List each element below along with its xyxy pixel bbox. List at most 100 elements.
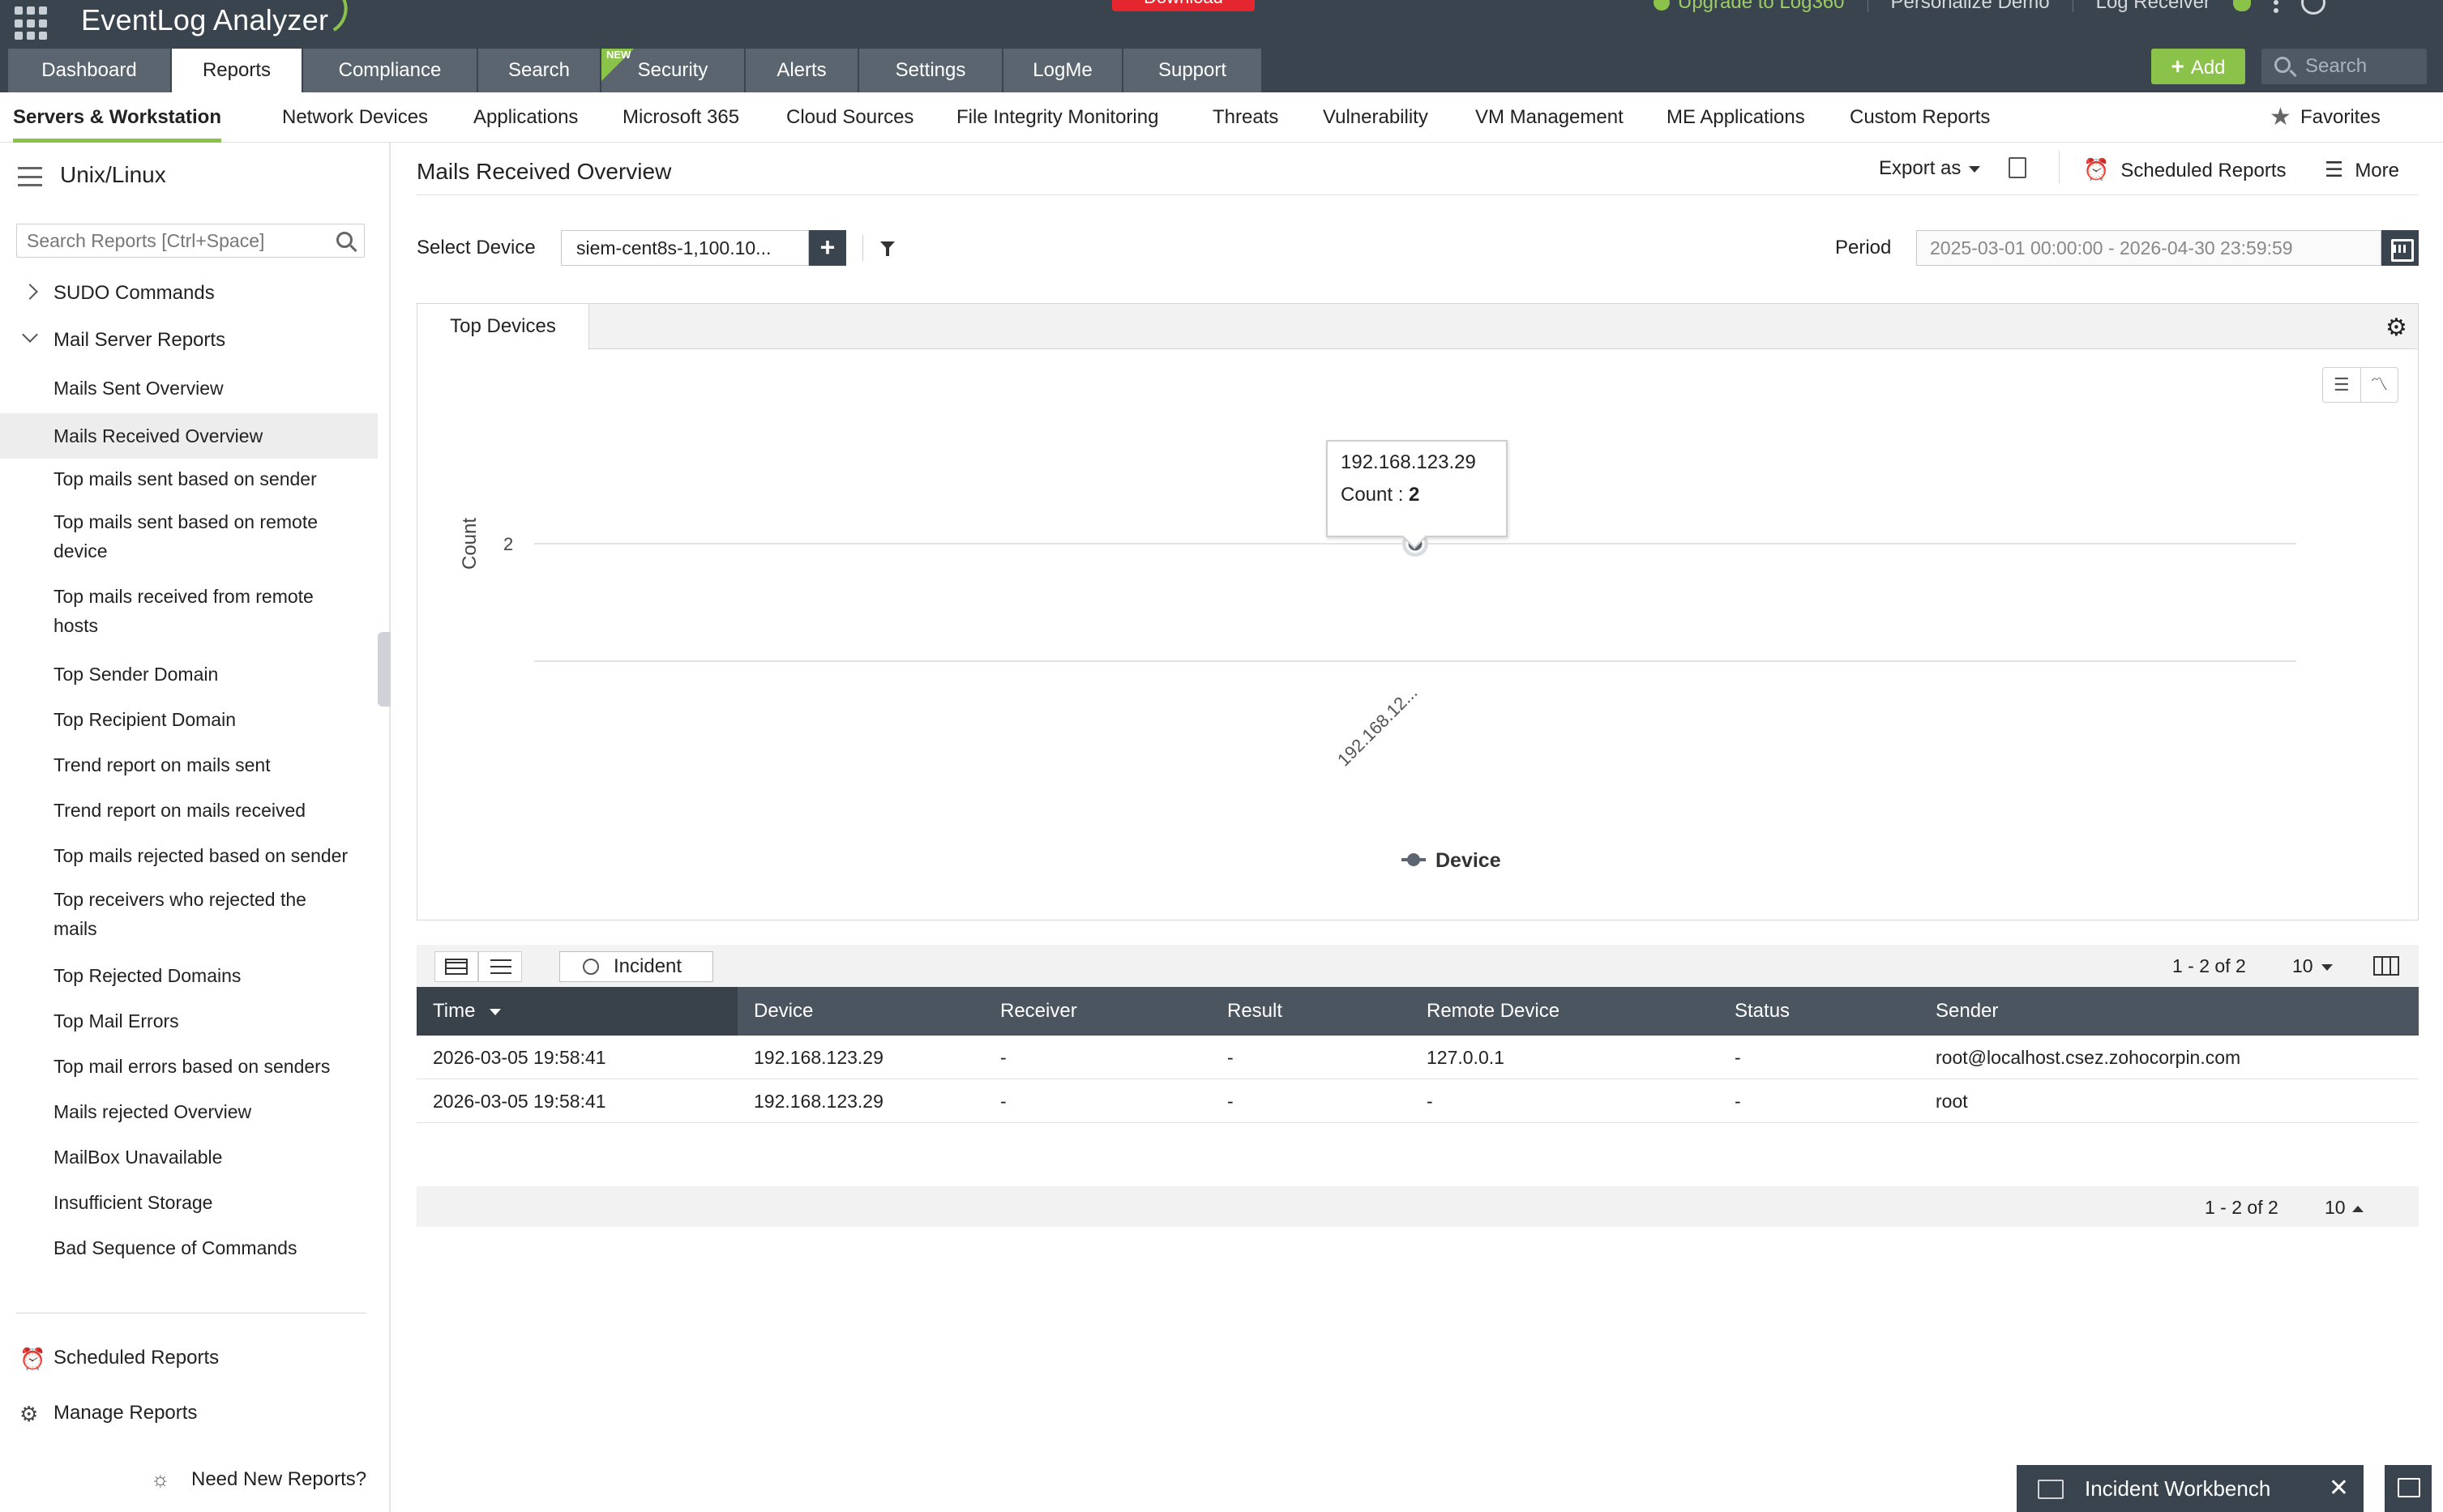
app-grid-icon[interactable] [15,6,49,41]
report-item[interactable]: Top mails sent based on sender [0,464,378,493]
column-header-result[interactable]: Result [1211,987,1282,1036]
download-button[interactable]: Download [1112,0,1255,11]
filter-icon[interactable] [880,241,895,256]
cell-device[interactable]: 192.168.123.29 [738,1079,884,1123]
search-icon[interactable] [336,232,353,248]
tab-compliance[interactable]: Compliance [303,49,477,92]
report-item[interactable]: Top receivers who rejected the mails [0,885,349,943]
help-icon[interactable] [2301,0,2326,15]
subtab-file-integrity-monitoring[interactable]: File Integrity Monitoring [956,92,1158,143]
tab-top-devices[interactable]: Top Devices [417,304,589,350]
incident-workbench-bar[interactable]: Incident Workbench ✕ [2017,1465,2364,1512]
report-search-input[interactable]: Search Reports [Ctrl+Space] [16,224,365,258]
caret-down-icon [2321,963,2333,971]
log-receiver-link[interactable]: Log Receiver [2096,0,2210,14]
export-as-dropdown[interactable]: Export as [1879,157,1981,182]
close-icon[interactable]: ✕ [2329,1465,2349,1512]
list-view-button[interactable] [478,951,522,982]
subtab-custom-reports[interactable]: Custom Reports [1850,92,1990,143]
scheduled-reports-button[interactable]: ⏰ Scheduled Reports [2083,157,2287,182]
manage-reports-link[interactable]: ⚙ Manage Reports [19,1402,197,1426]
table-row[interactable]: 2026-03-05 19:58:41 192.168.123.29 - - 1… [417,1036,2419,1079]
cell-device[interactable]: 192.168.123.29 [738,1036,884,1079]
report-item[interactable]: Top mails rejected based on sender [0,841,378,870]
report-item[interactable]: Insufficient Storage [0,1188,378,1217]
select-device-label: Select Device [417,237,536,258]
menu-toggle-icon[interactable] [18,167,42,186]
favorites-link[interactable]: ★ Favorites [2270,92,2381,143]
grid-view-button[interactable] [434,951,478,982]
tab-dashboard[interactable]: Dashboard [8,49,170,92]
report-item[interactable]: Mails Sent Overview [0,374,378,403]
column-header-remote-device[interactable]: Remote Device [1410,987,1559,1036]
period-label: Period [1835,237,1892,258]
scheduled-reports-link[interactable]: ⏰ Scheduled Reports [19,1347,219,1371]
subtab-vulnerability[interactable]: Vulnerability [1323,92,1428,143]
y-tick-label: 2 [503,534,513,554]
tab-search[interactable]: Search [478,49,600,92]
subtab-threats[interactable]: Threats [1213,92,1278,143]
tab-alerts[interactable]: Alerts [746,49,858,92]
incident-button[interactable]: Incident [559,951,713,982]
gear-icon[interactable]: ⚙ [2385,314,2407,342]
sidebar-title: Unix/Linux [60,162,166,187]
report-item[interactable]: Top Rejected Domains [0,961,378,990]
sidebar-collapse-handle[interactable] [378,632,391,707]
report-item[interactable]: Bad Sequence of Commands [0,1233,378,1262]
subtab-vm-management[interactable]: VM Management [1475,92,1624,143]
report-item[interactable]: Trend report on mails received [0,796,378,825]
subtab-cloud-sources[interactable]: Cloud Sources [786,92,913,143]
subtab-servers-workstation[interactable]: Servers & Workstation [13,92,221,143]
chat-icon[interactable] [2385,1465,2432,1512]
page-size-dropdown[interactable]: 10 [2325,1197,2364,1219]
tab-support[interactable]: Support [1123,49,1261,92]
scheduled-reports-label: Scheduled Reports [2120,160,2287,182]
notification-bell-icon[interactable] [2233,0,2252,11]
column-header-receiver[interactable]: Receiver [984,987,1077,1036]
column-header-sender[interactable]: Sender [1919,987,1998,1036]
report-item[interactable]: Mails rejected Overview [0,1097,378,1126]
global-search-input[interactable]: Search [2261,49,2427,84]
report-item[interactable]: Top Sender Domain [0,660,378,689]
subtab-applications[interactable]: Applications [473,92,578,143]
column-chooser-icon[interactable] [2373,956,2399,976]
report-item[interactable]: Top mails received from remote hosts [0,582,349,640]
subtab-network-devices[interactable]: Network Devices [282,92,428,143]
group-mail-server-reports[interactable]: Mail Server Reports [22,327,225,352]
calendar-icon[interactable] [2381,230,2419,266]
add-device-button[interactable]: + [809,230,846,266]
report-item[interactable]: Top Recipient Domain [0,705,378,734]
subtab-me-applications[interactable]: ME Applications [1666,92,1805,143]
tab-security[interactable]: NEW Security [601,49,744,92]
column-header-status[interactable]: Status [1718,987,1790,1036]
subtab-microsoft-365[interactable]: Microsoft 365 [623,92,739,143]
report-item[interactable]: Top mail errors based on senders [0,1052,378,1081]
report-search-placeholder: Search Reports [Ctrl+Space] [27,230,265,251]
more-button[interactable]: ☰ More [2325,157,2399,182]
column-header-device[interactable]: Device [738,987,813,1036]
column-header-time[interactable]: Time [417,987,738,1036]
page-size-value: 10 [2292,955,2313,976]
group-sudo-commands[interactable]: SUDO Commands [22,282,215,305]
tab-reports[interactable]: Reports [172,49,302,92]
device-select[interactable]: siem-cent8s-1,100.10... [561,230,809,266]
legend-series-label[interactable]: Device [1435,849,1501,872]
main-nav: Dashboard Reports Compliance Search NEW … [0,45,2443,92]
need-new-reports-link[interactable]: ☼ Need New Reports? [151,1467,366,1491]
y-axis-label: Count [459,518,481,570]
table-row[interactable]: 2026-03-05 19:58:41 192.168.123.29 - - -… [417,1079,2419,1123]
report-item[interactable]: Trend report on mails sent [0,750,378,779]
schedule-export-icon[interactable] [2009,157,2026,178]
report-item[interactable]: Top mails sent based on remote device [0,507,349,566]
tab-settings[interactable]: Settings [859,49,1002,92]
add-button[interactable]: + Add [2151,49,2245,84]
report-item-selected[interactable]: Mails Received Overview [0,413,378,459]
tab-logme[interactable]: LogMe [1003,49,1122,92]
report-item[interactable]: MailBox Unavailable [0,1143,378,1172]
period-input[interactable]: 2025-03-01 00:00:00 - 2026-04-30 23:59:5… [1916,230,2381,266]
page-size-dropdown[interactable]: 10 [2292,955,2333,977]
personalize-demo-link[interactable]: Personalize Demo [1891,0,2050,14]
report-item[interactable]: Top Mail Errors [0,1006,378,1036]
more-options-icon[interactable] [2274,0,2279,5]
upgrade-link[interactable]: Upgrade to Log360 [1654,0,1845,14]
